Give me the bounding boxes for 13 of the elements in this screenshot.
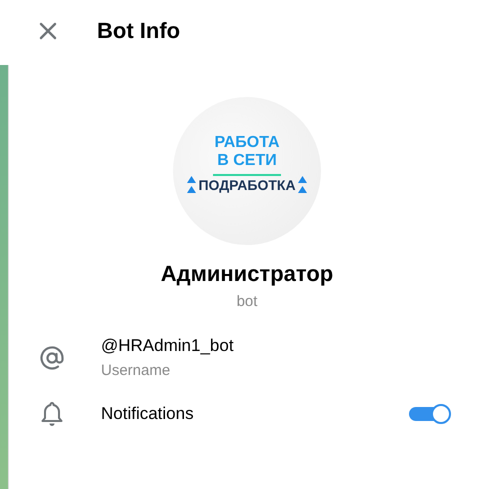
logo-rule bbox=[213, 174, 281, 176]
panel-title: Bot Info bbox=[97, 18, 180, 44]
bot-status: bot bbox=[236, 293, 258, 310]
username-value[interactable]: @HRAdmin1_bot bbox=[101, 336, 234, 356]
logo-text: ПОДРАБОТКА bbox=[198, 177, 296, 194]
close-icon bbox=[39, 22, 57, 40]
bot-name: Администратор bbox=[160, 261, 334, 287]
logo-text: В СЕТИ bbox=[217, 152, 277, 170]
username-label: Username bbox=[101, 362, 172, 379]
triangles-icon bbox=[187, 176, 196, 194]
notifications-label: Notifications bbox=[101, 404, 195, 424]
logo-text: РАБОТА bbox=[214, 134, 280, 152]
triangles-icon bbox=[298, 176, 307, 194]
